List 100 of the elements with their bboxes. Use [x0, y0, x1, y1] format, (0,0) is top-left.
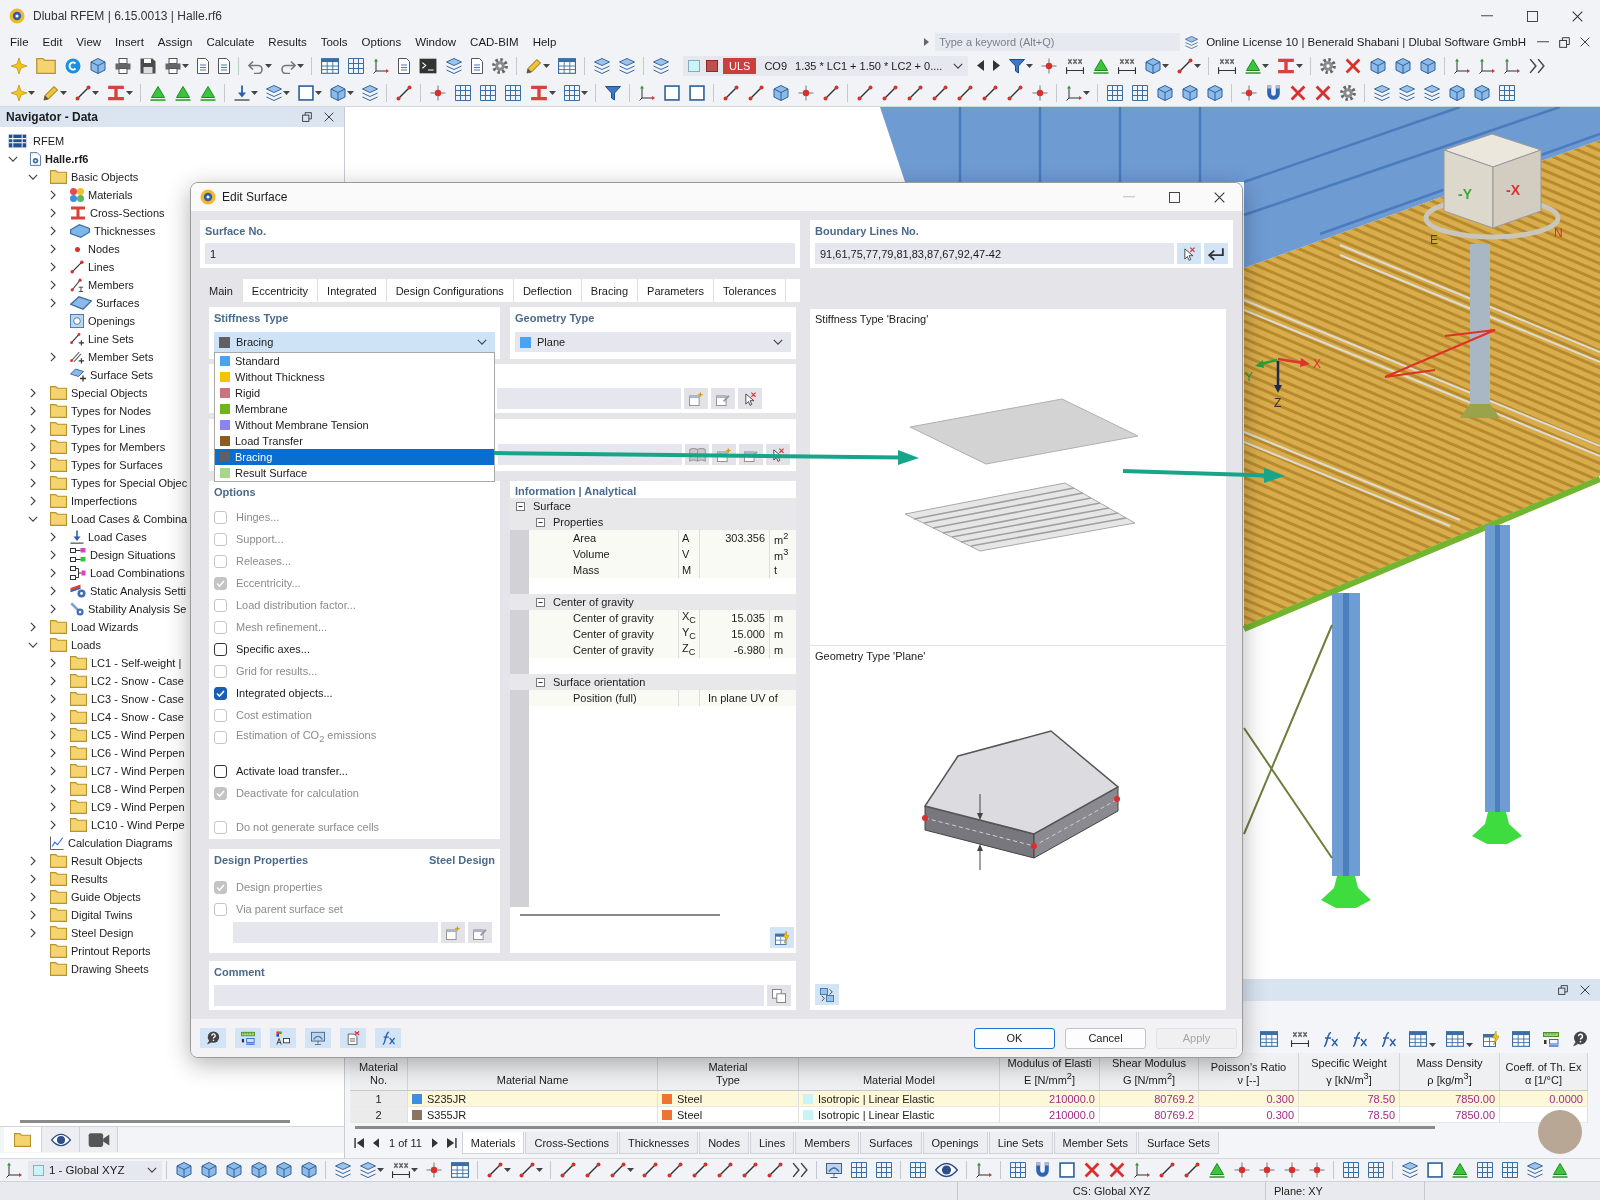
- formula-button[interactable]: [375, 1028, 401, 1048]
- tree-item[interactable]: LC6 - Wind Perpen: [91, 747, 185, 759]
- line-icon[interactable]: [716, 1162, 733, 1178]
- menu-item[interactable]: Insert: [108, 36, 151, 48]
- grid-icon[interactable]: [1106, 84, 1123, 101]
- caret-icon[interactable]: [1194, 63, 1202, 68]
- tree-item[interactable]: Printout Reports: [71, 945, 151, 957]
- layers-icon[interactable]: [265, 84, 282, 101]
- checkbox-label[interactable]: Specific axes...: [236, 643, 310, 655]
- stiffness-type-dropdown[interactable]: Bracing: [214, 332, 495, 352]
- tree-item[interactable]: Materials: [88, 189, 133, 201]
- tab[interactable]: Openings: [922, 1132, 988, 1154]
- chevron-icon[interactable]: [50, 820, 56, 830]
- caret-icon[interactable]: [1026, 63, 1034, 68]
- first-page-icon[interactable]: [353, 1138, 364, 1148]
- funnel-icon[interactable]: [604, 84, 621, 101]
- cube-icon[interactable]: [1156, 84, 1173, 101]
- new-button[interactable]: [684, 388, 708, 409]
- node-icon[interactable]: [425, 1162, 442, 1178]
- dropdown-option[interactable]: Without Thickness: [215, 369, 494, 385]
- tree-item[interactable]: LC8 - Wind Perpen: [91, 783, 185, 795]
- line-icon[interactable]: [1183, 1162, 1200, 1178]
- line-icon[interactable]: [1006, 84, 1023, 101]
- menu-item[interactable]: Assign: [150, 36, 200, 48]
- caret-icon[interactable]: [251, 90, 258, 95]
- node-icon[interactable]: [1308, 1162, 1325, 1178]
- chevron-icon[interactable]: [50, 226, 56, 236]
- support-icon[interactable]: [1092, 57, 1109, 74]
- printer-icon[interactable]: [164, 57, 181, 74]
- pick-button[interactable]: [1177, 243, 1201, 264]
- axes-icon[interactable]: [1453, 57, 1470, 74]
- panel-tab[interactable]: [80, 1127, 118, 1152]
- support-icon[interactable]: [149, 84, 166, 101]
- checkbox[interactable]: [214, 764, 227, 778]
- chevron-icon[interactable]: [50, 244, 56, 254]
- help-icon[interactable]: [1571, 1031, 1588, 1047]
- column-header[interactable]: Modulus of Elasti E [N/mm$^{2}$]: [1007, 1057, 1092, 1087]
- axes-icon[interactable]: [372, 57, 389, 74]
- cross-icon[interactable]: [1083, 1162, 1100, 1178]
- dropdown-option[interactable]: Without Membrane Tension: [215, 417, 494, 433]
- axes-icon[interactable]: [1133, 1162, 1150, 1178]
- magnet-icon[interactable]: [1265, 84, 1281, 101]
- line-icon[interactable]: [666, 1162, 683, 1178]
- square-icon[interactable]: [688, 84, 705, 101]
- cube-icon[interactable]: [1448, 84, 1465, 101]
- collapse-icon[interactable]: [516, 501, 525, 511]
- column-header[interactable]: Specific Weight γ [kN/m$^{3}$]: [1311, 1057, 1387, 1087]
- line-icon[interactable]: [856, 84, 873, 101]
- terminal-icon[interactable]: [418, 57, 437, 74]
- line-icon[interactable]: [609, 1162, 626, 1178]
- chevron-icon[interactable]: [30, 892, 36, 902]
- node-icon[interactable]: [1233, 1162, 1250, 1178]
- line-icon[interactable]: [956, 84, 973, 101]
- cross-bracing[interactable]: [1243, 624, 1333, 859]
- previous-icon[interactable]: [372, 1138, 379, 1148]
- tree-item[interactable]: Stability Analysis Se: [88, 603, 187, 615]
- tree-item[interactable]: LC9 - Wind Perpen: [91, 801, 185, 813]
- grid-icon[interactable]: [909, 1162, 926, 1178]
- chevron-icon[interactable]: [30, 424, 36, 434]
- tree-item[interactable]: Surfaces: [96, 297, 140, 309]
- chevron-icon[interactable]: [50, 262, 56, 272]
- menu-item[interactable]: Options: [354, 36, 409, 48]
- cube-icon[interactable]: [1206, 84, 1223, 101]
- node-icon[interactable]: [1040, 57, 1057, 74]
- checkbox[interactable]: [214, 642, 227, 656]
- chevron-icon[interactable]: [50, 586, 56, 596]
- table-icon[interactable]: [557, 57, 576, 74]
- tree-item[interactable]: Result Objects: [71, 855, 143, 867]
- tab[interactable]: Surfaces: [860, 1132, 922, 1154]
- support-icon[interactable]: [1451, 1162, 1468, 1178]
- copy-button[interactable]: [767, 985, 791, 1006]
- tree-item[interactable]: RFEM: [33, 135, 65, 147]
- restore-window-icon[interactable]: [1559, 36, 1570, 48]
- revert-button[interactable]: [1204, 243, 1228, 264]
- input-field[interactable]: 1: [205, 243, 795, 264]
- pencil-icon[interactable]: [525, 57, 542, 74]
- cube-icon[interactable]: [300, 1162, 317, 1178]
- checkbox-label[interactable]: Integrated objects...: [236, 687, 333, 699]
- layers-icon[interactable]: [1423, 84, 1440, 101]
- axes-icon[interactable]: [975, 1162, 992, 1178]
- tree-item[interactable]: Load Cases & Combina: [71, 513, 188, 525]
- chevron-icon[interactable]: [50, 298, 56, 308]
- tree-item[interactable]: Members: [88, 279, 134, 291]
- dialog-button[interactable]: Cancel: [1065, 1027, 1146, 1049]
- cube-icon[interactable]: [1144, 57, 1161, 74]
- chevron-icon[interactable]: [50, 352, 56, 362]
- document-icon[interactable]: [397, 57, 410, 74]
- caret-icon[interactable]: [1083, 90, 1090, 95]
- node-icon[interactable]: [1258, 1162, 1275, 1178]
- scrollbar[interactable]: [20, 1119, 290, 1123]
- caret-icon[interactable]: [536, 1168, 543, 1172]
- line-icon[interactable]: [691, 1162, 708, 1178]
- tree-item[interactable]: LC7 - Wind Perpen: [91, 765, 185, 777]
- square-icon[interactable]: [663, 84, 680, 101]
- chevron-icon[interactable]: [50, 676, 56, 686]
- chevron-icon[interactable]: [50, 748, 56, 758]
- line-icon[interactable]: [641, 1162, 658, 1178]
- grid-icon[interactable]: [1131, 84, 1148, 101]
- cross-icon[interactable]: [1314, 84, 1331, 101]
- tree-item[interactable]: Nodes: [88, 243, 120, 255]
